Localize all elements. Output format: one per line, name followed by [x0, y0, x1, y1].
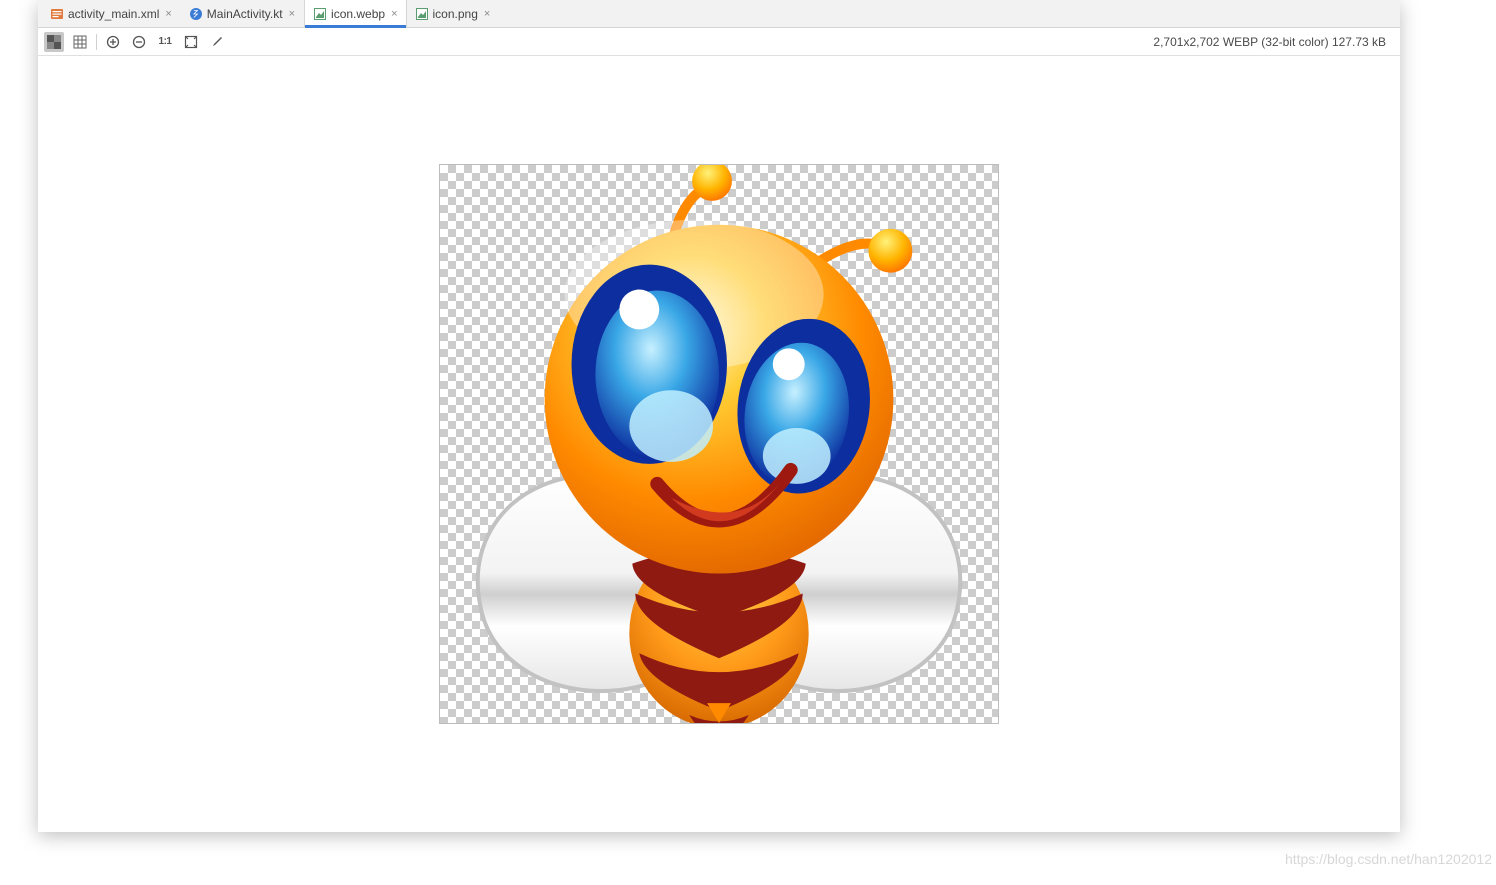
zoom-out-icon[interactable]	[129, 32, 149, 52]
zoom-in-icon[interactable]	[103, 32, 123, 52]
close-icon[interactable]: ×	[289, 8, 295, 20]
kotlin-file-icon	[189, 7, 203, 21]
watermark-text: https://blog.csdn.net/han1202012	[1285, 851, 1492, 867]
tab-mainactivity[interactable]: MainActivity.kt ×	[181, 0, 304, 27]
fit-to-screen-icon[interactable]	[181, 32, 201, 52]
tab-activity-main[interactable]: activity_main.xml ×	[42, 0, 181, 27]
close-icon[interactable]: ×	[484, 8, 490, 20]
image-toolbar: 1:1 2,701x2,702 WEBP (32-bit color) 127.…	[38, 28, 1400, 56]
zoom-actual-size-button[interactable]: 1:1	[155, 32, 175, 52]
tab-icon-webp[interactable]: icon.webp ×	[304, 0, 406, 27]
close-icon[interactable]: ×	[165, 8, 171, 20]
color-picker-icon[interactable]	[207, 32, 227, 52]
toolbar-separator	[96, 34, 97, 50]
tab-bar: activity_main.xml × MainActivity.kt × ic…	[38, 0, 1400, 28]
tab-label: MainActivity.kt	[207, 7, 283, 21]
tab-label: activity_main.xml	[68, 7, 159, 21]
image-info-label: 2,701x2,702 WEBP (32-bit color) 127.73 k…	[1153, 35, 1394, 49]
image-file-icon	[313, 7, 327, 21]
checkerboard-toggle-icon[interactable]	[44, 32, 64, 52]
tab-icon-png[interactable]: icon.png ×	[407, 0, 500, 27]
image-canvas[interactable]	[38, 56, 1400, 832]
tab-label: icon.png	[433, 7, 478, 21]
close-icon[interactable]: ×	[391, 8, 397, 20]
bee-image	[440, 165, 998, 723]
image-file-icon	[415, 7, 429, 21]
grid-icon[interactable]	[70, 32, 90, 52]
xml-file-icon	[50, 7, 64, 21]
editor-window: activity_main.xml × MainActivity.kt × ic…	[38, 0, 1400, 832]
image-stage	[439, 164, 999, 724]
tab-label: icon.webp	[331, 7, 385, 21]
